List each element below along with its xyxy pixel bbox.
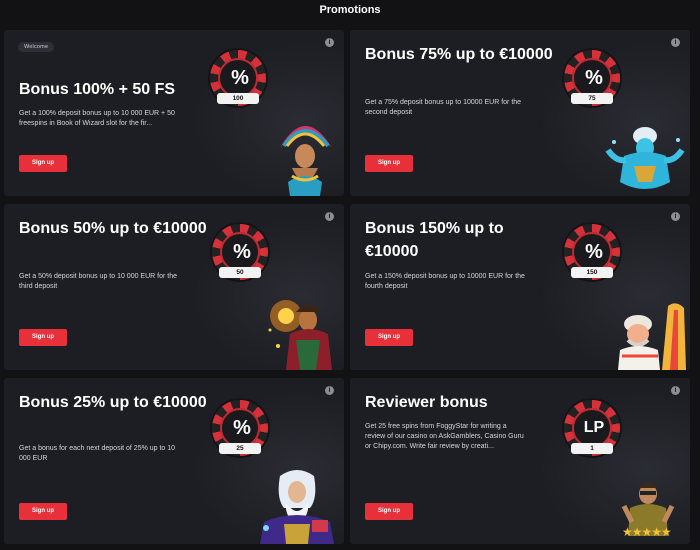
genie-art	[605, 127, 685, 189]
chip-value: 150	[571, 267, 613, 278]
promo-card-reviewer: i Reviewer bonus Get 25 free spins from …	[350, 378, 690, 544]
chip-symbol: LP	[583, 419, 605, 436]
chip-symbol: %	[233, 241, 251, 263]
aztec-queen-art	[280, 126, 332, 196]
chip-symbol: %	[585, 241, 603, 263]
promo-title: Bonus 25% up to €10000	[19, 394, 207, 411]
info-icon[interactable]: i	[671, 386, 680, 395]
promo-title: Bonus 50% up to €10000	[19, 220, 207, 237]
fire-wizard-art	[268, 300, 332, 370]
promo-description: Get a 75% deposit bonus up to 10000 EUR …	[365, 99, 522, 116]
info-icon[interactable]: i	[671, 212, 680, 221]
promo-card-second-deposit: i Bonus 75% up to €10000 Get a 75% depos…	[350, 30, 690, 196]
chip-symbol: %	[585, 67, 603, 89]
promo-card-welcome: Welcome i Bonus 100% + 50 FS Get a 100% …	[4, 30, 344, 196]
promo-title: Bonus 75% up to €10000	[365, 46, 553, 63]
welcome-badge: Welcome	[18, 42, 55, 52]
chip-value: 1	[571, 443, 613, 454]
sign-up-button[interactable]: Sign up	[365, 329, 413, 346]
percent-chip-icon: % 25	[212, 400, 268, 456]
info-icon[interactable]: i	[325, 386, 334, 395]
promo-title: Bonus 100% + 50 FS	[19, 81, 176, 98]
promo-card-third-deposit: i Bonus 50% up to €10000 Get a 50% depos…	[4, 204, 344, 370]
sign-up-button[interactable]: Sign up	[365, 155, 413, 172]
info-icon[interactable]: i	[325, 38, 334, 47]
page-title: Promotions	[319, 4, 381, 16]
promo-description: Get a bonus for each next deposit of 25%…	[19, 445, 176, 462]
info-icon[interactable]: i	[325, 212, 334, 221]
sign-up-button[interactable]: Sign up	[19, 155, 67, 172]
sign-up-button[interactable]: Sign up	[19, 329, 67, 346]
promo-title: Bonus 150% up to €10000	[365, 220, 504, 260]
chip-value: 75	[571, 93, 613, 104]
chip-value: 50	[219, 267, 261, 278]
percent-chip-icon: % 50	[212, 224, 268, 280]
chip-symbol: %	[233, 417, 251, 439]
sign-up-button[interactable]: Sign up	[365, 503, 413, 520]
surfer-art	[618, 303, 686, 370]
promo-card-fourth-deposit: i Bonus 150% up to €10000 Get a 150% dep…	[350, 204, 690, 370]
promo-description: Get a 50% deposit bonus up to 10 000 EUR…	[19, 273, 177, 290]
promo-description: Get 25 free spins from FoggyStar for wri…	[365, 423, 524, 450]
info-icon[interactable]: i	[671, 38, 680, 47]
chip-symbol: %	[231, 67, 249, 89]
zeus-art	[260, 470, 334, 544]
star-rating: ★★★★★	[622, 525, 672, 539]
percent-chip-icon: % 100	[210, 50, 266, 106]
percent-chip-icon: % 150	[564, 224, 620, 280]
lp-chip-icon: LP 1	[564, 400, 620, 456]
sign-up-button[interactable]: Sign up	[19, 503, 67, 520]
chip-value: 100	[217, 93, 259, 104]
promo-title: Reviewer bonus	[365, 394, 488, 411]
promotions-grid: Welcome i Bonus 100% + 50 FS Get a 100% …	[0, 30, 700, 550]
chip-value: 25	[219, 443, 261, 454]
promo-description: Get a 100% deposit bonus up to 10 000 EU…	[19, 110, 175, 127]
percent-chip-icon: % 75	[564, 50, 620, 106]
promo-description: Get a 150% deposit bonus up to 10000 EUR…	[365, 273, 525, 290]
promo-card-next-deposits: i Bonus 25% up to €10000 Get a bonus for…	[4, 378, 344, 544]
